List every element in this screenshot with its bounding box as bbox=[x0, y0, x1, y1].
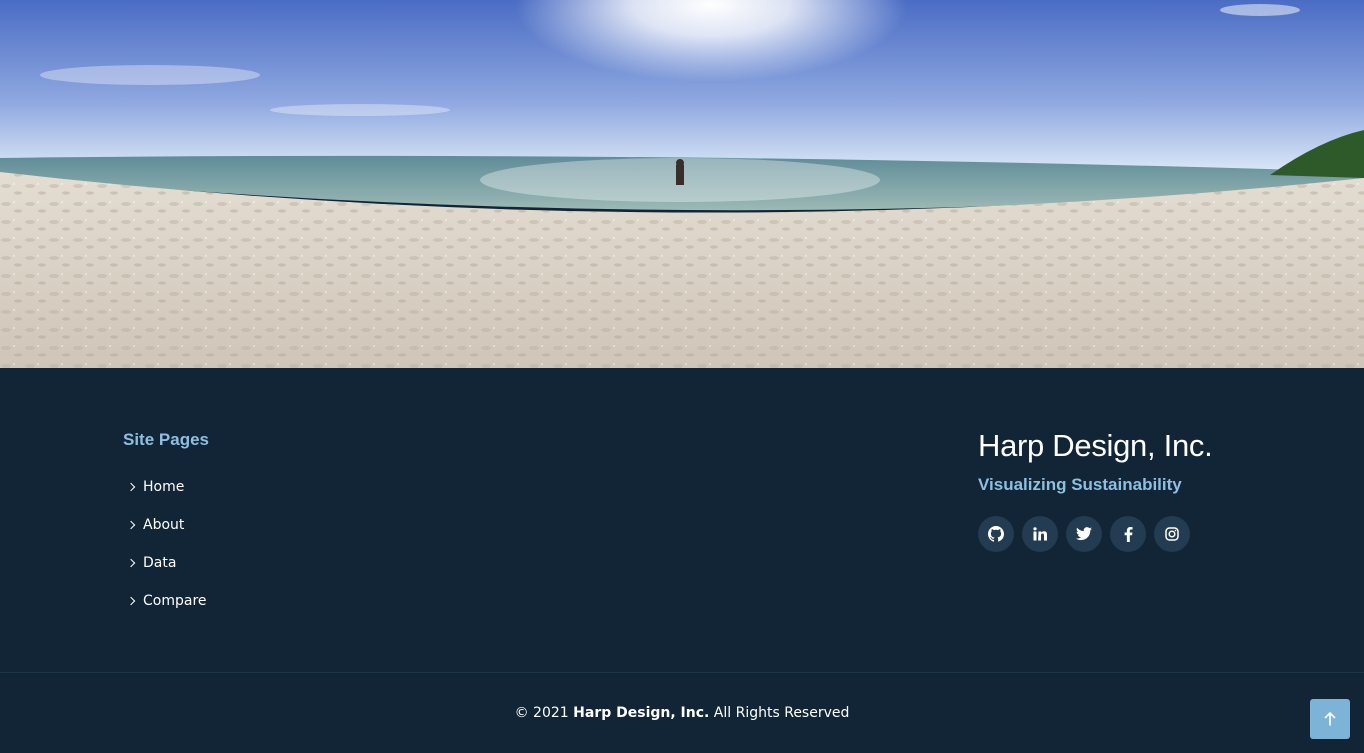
chevron-right-icon bbox=[126, 482, 136, 492]
back-to-top-button[interactable] bbox=[1310, 699, 1350, 739]
copyright-text: © 2021 Harp Design, Inc. All Rights Rese… bbox=[514, 705, 850, 721]
chevron-right-icon bbox=[126, 558, 136, 568]
chevron-right-icon bbox=[126, 596, 136, 606]
github-button[interactable] bbox=[978, 516, 1014, 552]
facebook-button[interactable] bbox=[1110, 516, 1146, 552]
footer-link-compare[interactable]: Compare bbox=[126, 582, 207, 620]
twitter-icon bbox=[1076, 527, 1092, 541]
chevron-right-icon bbox=[126, 520, 136, 530]
instagram-icon bbox=[1165, 527, 1179, 541]
arrow-up-icon bbox=[1324, 712, 1336, 726]
footer-bottom-bar: © 2021 Harp Design, Inc. All Rights Rese… bbox=[0, 673, 1364, 753]
brand-name: Harp Design, Inc. bbox=[978, 428, 1213, 463]
social-links bbox=[978, 516, 1190, 552]
github-icon bbox=[988, 526, 1004, 542]
twitter-button[interactable] bbox=[1066, 516, 1102, 552]
linkedin-icon bbox=[1033, 527, 1047, 541]
site-pages-heading: Site Pages bbox=[123, 430, 209, 449]
footer-link-about[interactable]: About bbox=[126, 506, 207, 544]
footer-link-home[interactable]: Home bbox=[126, 468, 207, 506]
instagram-button[interactable] bbox=[1154, 516, 1190, 552]
site-pages-list: Home About Data Compare bbox=[126, 468, 207, 620]
hero-beach-image bbox=[0, 0, 1364, 368]
footer-link-data[interactable]: Data bbox=[126, 544, 207, 582]
linkedin-button[interactable] bbox=[1022, 516, 1058, 552]
copyright-company: Harp Design, Inc. bbox=[573, 705, 710, 721]
site-footer: Site Pages Home About Data Compare Harp … bbox=[0, 368, 1364, 673]
facebook-icon bbox=[1124, 526, 1132, 542]
brand-tagline: Visualizing Sustainability bbox=[978, 475, 1182, 494]
